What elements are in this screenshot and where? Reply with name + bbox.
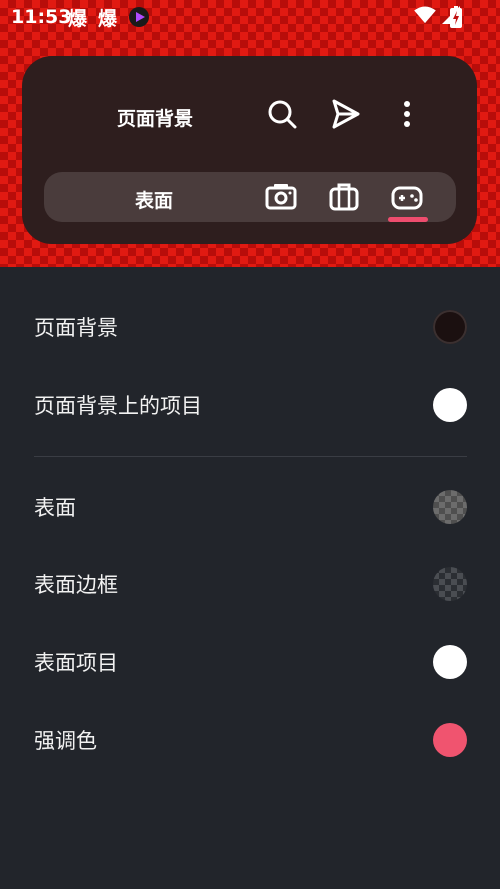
app-notification-icon: 爆 — [98, 8, 118, 30]
list-item[interactable]: 表面边框 — [0, 555, 500, 615]
list-item-label: 页面背景上的项目 — [34, 394, 202, 418]
search-icon[interactable] — [264, 96, 300, 132]
list-item[interactable]: 表面 — [0, 478, 500, 538]
color-swatch[interactable] — [433, 310, 467, 344]
list-item-label: 表面项目 — [34, 651, 118, 675]
list-item-label: 页面背景 — [34, 316, 118, 340]
more-vert-icon[interactable] — [389, 96, 425, 132]
list-item-label: 强调色 — [34, 729, 97, 753]
battery-charging-icon — [450, 6, 462, 33]
play-video-icon — [128, 6, 150, 28]
list-item[interactable]: 表面项目 — [0, 633, 500, 693]
list-item-label: 表面边框 — [34, 573, 118, 597]
status-time: 11:53 — [11, 6, 72, 28]
camera-icon[interactable] — [264, 180, 298, 214]
color-swatch[interactable] — [433, 490, 467, 524]
status-bar: 11:53 爆 爆 — [0, 0, 500, 34]
tab-current-label: 表面 — [134, 190, 173, 212]
list-item-label: 表面 — [34, 496, 76, 520]
list-item[interactable]: 页面背景上的项目 — [0, 376, 500, 436]
list-item[interactable]: 强调色 — [0, 711, 500, 771]
app-notification-icon: 爆 — [68, 8, 88, 30]
wifi-icon — [414, 6, 436, 29]
color-swatch[interactable] — [433, 567, 467, 601]
divider — [34, 456, 467, 457]
gamepad-icon[interactable] — [390, 180, 424, 214]
color-swatch[interactable] — [433, 388, 467, 422]
briefcase-icon[interactable] — [327, 180, 361, 214]
color-swatch[interactable] — [433, 723, 467, 757]
tab-selected-indicator — [388, 217, 428, 222]
color-swatch[interactable] — [433, 645, 467, 679]
list-item[interactable]: 页面背景 — [0, 298, 500, 358]
send-icon[interactable] — [327, 96, 363, 132]
